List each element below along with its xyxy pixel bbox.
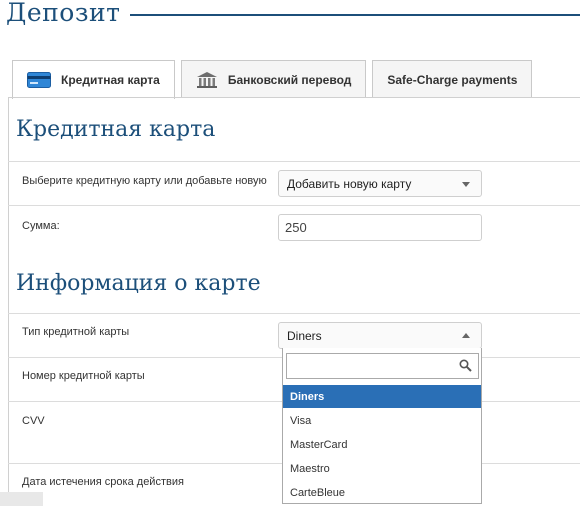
search-icon (459, 359, 472, 377)
section-title-credit-card: Кредитная карта (16, 117, 216, 142)
card-type-dropdown: Diners Visa MasterCard Maestro CarteBleu… (282, 348, 482, 504)
tab-label: Кредитная карта (61, 73, 160, 87)
row-divider (8, 205, 580, 206)
choose-card-select[interactable]: Добавить новую карту (278, 170, 482, 197)
dropdown-option-mastercard[interactable]: MasterCard (283, 433, 481, 456)
title-divider (130, 14, 580, 16)
card-type-value: Diners (287, 329, 322, 343)
tab-bar: Кредитная карта Банковский перевод Safe-… (12, 60, 538, 99)
chevron-up-icon (462, 333, 470, 338)
bank-icon (196, 71, 218, 89)
page-title: Депозит (6, 0, 121, 27)
cvv-label: CVV (22, 415, 45, 427)
credit-card-icon (27, 72, 51, 88)
dropdown-option-visa[interactable]: Visa (283, 409, 481, 432)
card-type-label: Тип кредитной карты (22, 326, 130, 338)
chevron-down-icon (462, 182, 470, 187)
amount-input[interactable] (278, 214, 482, 241)
tab-bank-transfer[interactable]: Банковский перевод (180, 60, 367, 98)
choose-card-label: Выберите кредитную карту или добавьте но… (22, 175, 267, 187)
tab-label: Банковский перевод (227, 72, 352, 87)
dropdown-option-maestro[interactable]: Maestro (283, 457, 481, 480)
dropdown-search-box[interactable] (286, 353, 479, 379)
tab-safe-charge[interactable]: Safe-Charge payments (372, 60, 533, 98)
choose-card-value: Добавить новую карту (287, 177, 412, 191)
row-divider (8, 161, 580, 162)
card-type-select[interactable]: Diners (278, 322, 482, 349)
section-title-card-info: Информация о карте (16, 271, 261, 296)
tab-credit-card[interactable]: Кредитная карта (12, 60, 175, 99)
row-divider (8, 313, 580, 314)
tab-label: Safe-Charge payments (387, 72, 518, 87)
amount-label: Сумма: (22, 220, 60, 232)
card-number-label: Номер кредитной карты (22, 370, 145, 382)
dropdown-option-cartebleue[interactable]: CarteBleue (283, 481, 481, 504)
corner-overlay (0, 492, 43, 506)
dropdown-option-diners[interactable]: Diners (283, 385, 481, 408)
expiry-label: Дата истечения срока действия (22, 476, 184, 488)
